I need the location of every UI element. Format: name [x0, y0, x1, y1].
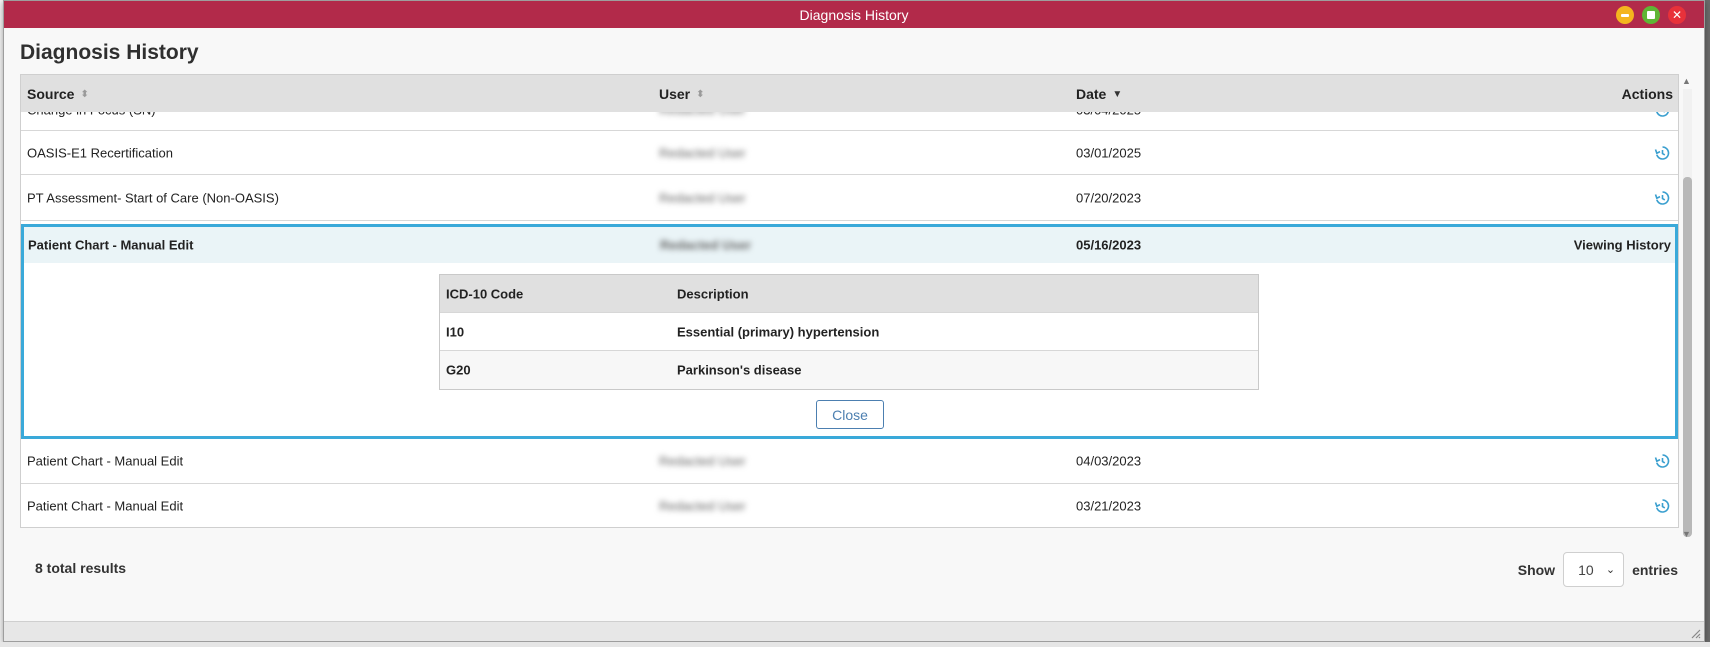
grid-scrollbar[interactable]: ▲ ▼ [1680, 74, 1694, 544]
close-icon: ✕ [1671, 8, 1683, 22]
row-date: 03/21/2023 [1076, 498, 1142, 514]
window-controls: ✕ [1616, 6, 1686, 24]
expanded-row-header[interactable]: Patient Chart - Manual Edit Redacted Use… [24, 227, 1675, 263]
icd-row: I10 Essential (primary) hypertension [440, 313, 1258, 351]
history-icon[interactable] [1654, 145, 1670, 161]
icd-code-table: ICD-10 Code Description I10 Essential (p… [439, 274, 1259, 390]
icd-code-header: ICD-10 Code [446, 286, 524, 301]
column-label-source: Source [27, 85, 75, 102]
diagnosis-history-dialog: Diagnosis History ✕ Diagnosis History So… [3, 0, 1705, 642]
history-icon[interactable] [1654, 453, 1670, 469]
icd-table-header: ICD-10 Code Description [440, 275, 1258, 313]
column-header-user[interactable]: User ⬍ [659, 86, 705, 102]
row-date: 03/01/2025 [1076, 145, 1142, 160]
entries-label: entries [1632, 561, 1678, 578]
column-header-source[interactable]: Source ⬍ [27, 86, 89, 102]
history-icon[interactable] [1654, 498, 1670, 514]
scroll-thumb[interactable] [1683, 177, 1692, 537]
maximize-button[interactable] [1642, 6, 1660, 24]
column-header-date[interactable]: Date ▼ [1076, 86, 1122, 102]
page-title: Diagnosis History [20, 41, 199, 64]
icd-row: G20 Parkinson's disease [440, 351, 1258, 389]
row-source: Patient Chart - Manual Edit [27, 453, 184, 469]
resize-grip-icon[interactable] [1689, 627, 1701, 639]
dialog-titlebar[interactable]: Diagnosis History ✕ [4, 1, 1704, 28]
history-icon[interactable] [1654, 190, 1670, 206]
chevron-down-icon: ⌄ [1605, 564, 1616, 576]
row-user: Redacted User [659, 190, 746, 205]
row-user: Redacted User [659, 145, 746, 160]
history-grid: Source⬍ User⬍ Date▼ Actions Change in Fo… [20, 74, 1679, 528]
viewing-history-label: Viewing History [1573, 237, 1671, 253]
icd-description: Parkinson's disease [677, 362, 802, 378]
grid-header: Source ⬍ User ⬍ Date ▼ Actions [21, 75, 1678, 112]
icd-code: G20 [446, 362, 471, 378]
expanded-history-row: Patient Chart - Manual Edit Redacted Use… [21, 224, 1678, 439]
dialog-statusbar [4, 621, 1704, 641]
table-row[interactable]: PT Assessment- Start of Care (Non-OASIS)… [21, 175, 1678, 221]
entries-select[interactable]: 10 ⌄ [1563, 552, 1625, 587]
table-row[interactable]: Patient Chart - Manual Edit Redacted Use… [21, 439, 1678, 484]
icd-description: Essential (primary) hypertension [677, 324, 880, 339]
page-size-control: Show 10 ⌄ entries [1518, 552, 1678, 587]
row-source: Patient Chart - Manual Edit [28, 237, 194, 253]
row-user: Redacted User [659, 453, 746, 469]
sort-desc-icon: ▼ [1112, 89, 1123, 101]
maximize-icon [1647, 11, 1655, 19]
scroll-down-icon[interactable]: ▼ [1682, 529, 1691, 539]
row-user: Redacted User [659, 498, 746, 514]
row-date: 07/20/2023 [1076, 190, 1142, 205]
close-window-button[interactable]: ✕ [1668, 6, 1686, 24]
icd-description-header: Description [677, 286, 749, 301]
column-label-date: Date [1076, 85, 1107, 102]
table-row[interactable]: Patient Chart - Manual Edit Redacted Use… [21, 484, 1678, 527]
row-source: OASIS-E1 Recertification [27, 145, 173, 160]
icd-code: I10 [446, 324, 465, 339]
sort-icon: ⬍ [696, 89, 705, 101]
minimize-button[interactable] [1616, 6, 1634, 24]
row-user: Redacted User [660, 237, 752, 253]
table-row[interactable]: OASIS-E1 Recertification Redacted User 0… [21, 131, 1678, 175]
minimize-icon [1621, 13, 1629, 17]
show-label: Show [1517, 561, 1556, 578]
scroll-up-icon[interactable]: ▲ [1682, 76, 1691, 86]
column-label-user: User [659, 85, 691, 102]
row-source: Patient Chart - Manual Edit [27, 498, 184, 514]
row-source: PT Assessment- Start of Care (Non-OASIS) [27, 190, 279, 205]
background-strip [0, 642, 1710, 647]
row-date: 04/03/2023 [1076, 453, 1142, 469]
entries-value: 10 [1578, 561, 1594, 578]
sort-icon: ⬍ [80, 89, 89, 101]
row-date: 05/16/2023 [1076, 237, 1142, 253]
column-header-actions: Actions [1621, 85, 1673, 102]
close-button[interactable]: Close [816, 400, 884, 429]
dialog-title: Diagnosis History [799, 6, 909, 23]
total-results: 8 total results [35, 560, 127, 576]
